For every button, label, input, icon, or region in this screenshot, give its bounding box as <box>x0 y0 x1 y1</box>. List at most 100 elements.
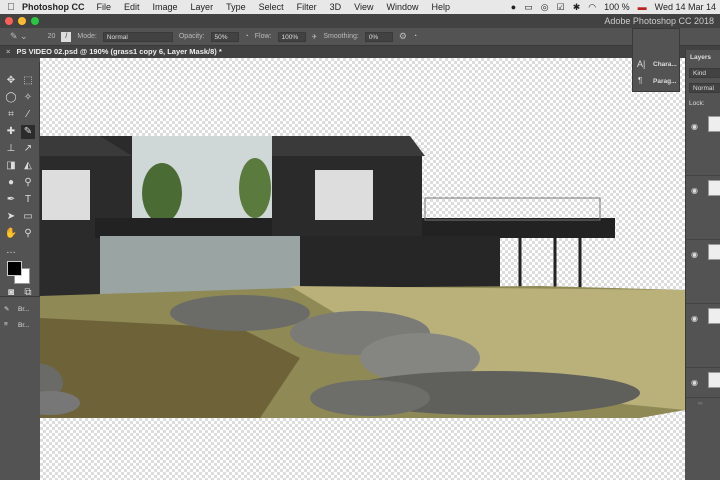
mode-select[interactable]: Normal <box>102 31 173 42</box>
mac-menubar:  Photoshop CC File Edit Image Layer Typ… <box>0 0 720 14</box>
quick-select-tool-icon[interactable]: ✧ <box>21 91 35 105</box>
rocks <box>170 295 310 331</box>
lock-label: Lock: <box>689 100 705 107</box>
toolbox: ✥ ⬚ ◯ ✧ ⌗ ⁄ ✚ ✎ ⊥ ↗ ◨ ◭ ● ⚲ ✒ T ➤ ▭ ✋ ⚲ … <box>0 62 40 334</box>
character-icon[interactable]: A| <box>637 59 645 69</box>
document-canvas[interactable] <box>40 58 685 480</box>
document-tab[interactable]: × PS VIDEO 02.psd @ 190% (grass1 copy 6,… <box>0 46 720 58</box>
blur-tool-icon[interactable]: ● <box>4 176 18 190</box>
layer-row[interactable]: ◉ <box>686 176 720 240</box>
crop-tool-icon[interactable]: ⌗ <box>4 108 18 122</box>
close-tab-icon[interactable]: × <box>6 47 10 56</box>
close-button[interactable] <box>5 17 13 25</box>
pressure-size-icon[interactable]: ◔ <box>413 33 417 40</box>
zoom-tool-icon[interactable]: ⚲ <box>21 227 35 241</box>
brush-size[interactable]: 20 <box>48 33 56 40</box>
menu-layer[interactable]: Layer <box>191 2 214 12</box>
apple-icon[interactable]:  <box>0 2 22 13</box>
layers-panel: Layers Kind Normal Lock: ◉ ◉ ◉ ◉ ◉ ∞ <box>685 50 720 412</box>
eyedropper-tool-icon[interactable]: ⁄ <box>21 108 35 122</box>
paragraph-panel-button[interactable]: Parag... <box>653 78 676 85</box>
display-icon[interactable]: ▭ <box>524 2 533 13</box>
menu-app[interactable]: Photoshop CC <box>22 2 85 12</box>
layer-thumbnail <box>708 116 720 132</box>
menu-window[interactable]: Window <box>386 2 418 12</box>
battery-text[interactable]: 100 % <box>604 2 630 12</box>
move-tool-icon[interactable]: ✥ <box>4 74 18 88</box>
type-tool-icon[interactable]: T <box>21 193 35 207</box>
layer-row[interactable]: ◉ <box>686 368 720 398</box>
layer-thumbnail <box>708 180 720 196</box>
smoothing-input[interactable]: 0% <box>364 31 393 42</box>
opacity-label: Opacity: <box>178 33 205 40</box>
brush-panel-icon[interactable]: ✎ <box>4 305 9 313</box>
history-brush-icon[interactable]: ↗ <box>21 142 35 156</box>
minimize-button[interactable] <box>18 17 26 25</box>
menu-view[interactable]: View <box>354 2 373 12</box>
layers-tab[interactable]: Layers <box>690 54 711 61</box>
character-paragraph-panel: A| Chara... ¶ Parag... <box>632 28 680 92</box>
clock[interactable]: Wed 14 Mar 14 <box>655 2 716 12</box>
flag-icon[interactable]: ▬ <box>638 2 647 12</box>
pen-tool-icon[interactable]: ✒ <box>4 193 18 207</box>
layer-row[interactable]: ◉ <box>686 112 720 176</box>
eye-icon[interactable]: ◉ <box>691 250 698 259</box>
smoothing-label: Smoothing: <box>323 33 359 40</box>
brush-panel-icon[interactable]: / <box>61 31 72 42</box>
layer-row[interactable]: ◉ <box>686 304 720 368</box>
more-tools-icon[interactable]: … <box>4 244 18 258</box>
cloud-icon[interactable]: ◎ <box>541 2 549 13</box>
hand-tool-icon[interactable]: ✋ <box>4 227 18 241</box>
eye-icon[interactable]: ◉ <box>691 186 698 195</box>
check-icon[interactable]: ☑ <box>557 2 565 13</box>
roof-right <box>272 136 425 156</box>
menu-filter[interactable]: Filter <box>297 2 317 12</box>
eye-icon[interactable]: ◉ <box>691 378 698 387</box>
bluetooth-icon[interactable]: ✱ <box>573 2 581 13</box>
flow-input[interactable]: 100% <box>277 31 306 42</box>
foreground-color-swatch[interactable] <box>7 261 22 276</box>
menu-edit[interactable]: Edit <box>124 2 140 12</box>
paint-bucket-icon[interactable]: ◭ <box>21 159 35 173</box>
eraser-tool-icon[interactable]: ◨ <box>4 159 18 173</box>
dodge-tool-icon[interactable]: ⚲ <box>21 176 35 190</box>
brush-tool-icon-active[interactable]: ✎ <box>21 125 35 139</box>
link-layers-icon[interactable]: ∞ <box>698 400 703 407</box>
layer-filter-kind[interactable]: Kind <box>689 68 720 78</box>
character-panel-button[interactable]: Chara... <box>653 61 677 68</box>
gear-icon[interactable]: ⚙ <box>399 31 407 42</box>
layer-thumbnail <box>708 308 720 324</box>
layer-row[interactable]: ◉ <box>686 240 720 304</box>
menu-file[interactable]: File <box>97 2 112 12</box>
paragraph-icon[interactable]: ¶ <box>638 76 642 85</box>
document-title: PS VIDEO 02.psd @ 190% (grass1 copy 6, L… <box>16 47 222 56</box>
menu-help[interactable]: Help <box>431 2 450 12</box>
lasso-tool-icon[interactable]: ◯ <box>4 91 18 105</box>
window-title: Adobe Photoshop CC 2018 <box>604 16 714 26</box>
app-status-icon[interactable]: ● <box>511 2 516 12</box>
brush-settings-label[interactable]: Br... <box>18 322 30 329</box>
menu-type[interactable]: Type <box>226 2 246 12</box>
layer-thumbnail <box>708 244 720 260</box>
blend-mode-select[interactable]: Normal <box>689 83 720 93</box>
path-select-icon[interactable]: ➤ <box>4 210 18 224</box>
brush-presets-panel: ✎ Br... ≡ Br... <box>0 296 40 336</box>
brush-settings-icon[interactable]: ≡ <box>4 321 8 328</box>
eye-icon[interactable]: ◉ <box>691 314 698 323</box>
eye-icon[interactable]: ◉ <box>691 122 698 131</box>
pressure-opacity-icon[interactable]: ◔ <box>245 33 249 40</box>
marquee-tool-icon[interactable]: ⬚ <box>21 74 35 88</box>
wifi-icon[interactable]: ◠ <box>588 2 596 13</box>
layer-thumbnail <box>708 372 720 388</box>
opacity-input[interactable]: 50% <box>210 31 239 42</box>
menu-3d[interactable]: 3D <box>330 2 342 12</box>
zoom-button[interactable] <box>31 17 39 25</box>
brush-tool-icon[interactable]: ✎ ⌄ <box>10 31 28 42</box>
stamp-tool-icon[interactable]: ⊥ <box>4 142 18 156</box>
menu-select[interactable]: Select <box>259 2 284 12</box>
brush-panel-label[interactable]: Br... <box>18 306 30 313</box>
rectangle-tool-icon[interactable]: ▭ <box>21 210 35 224</box>
healing-tool-icon[interactable]: ✚ <box>4 125 18 139</box>
airbrush-icon[interactable]: ✈ <box>312 33 318 41</box>
menu-image[interactable]: Image <box>153 2 178 12</box>
